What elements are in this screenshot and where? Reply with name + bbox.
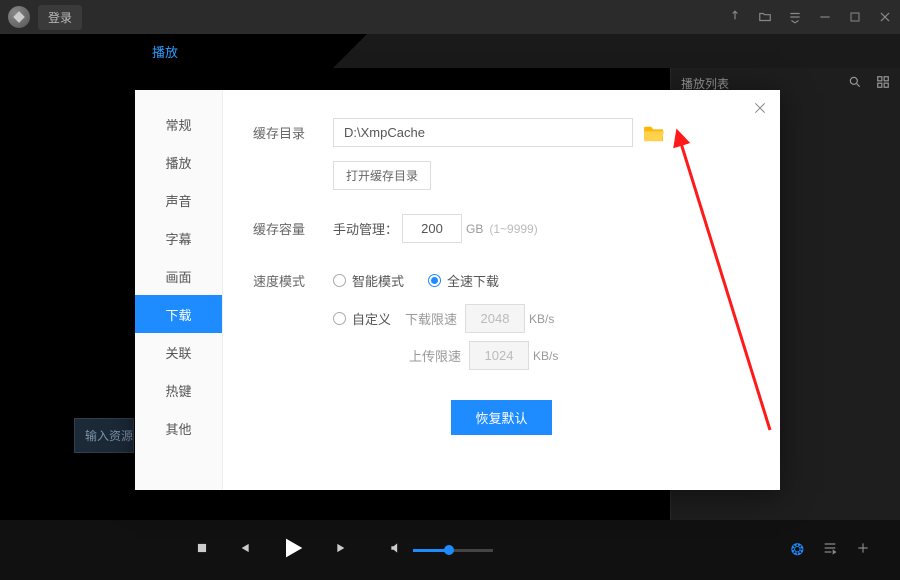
nav-general[interactable]: 常规 [135,105,222,143]
cache-cap-label: 缓存容量 [253,219,333,238]
settings-dialog: 常规 播放 声音 字幕 画面 下载 关联 热键 其他 缓存目录 打开缓存目录 缓… [135,90,780,490]
nav-sound[interactable]: 声音 [135,181,222,219]
login-button[interactable]: 登录 [38,5,82,30]
radio-custom[interactable]: 自定义 [333,309,391,328]
manual-manage-label: 手动管理： [333,219,398,238]
tab-play[interactable]: 播放 [0,34,330,68]
dl-unit: KB/s [529,312,554,326]
upload-limit-input[interactable] [469,341,529,370]
playlist-toggle-icon[interactable] [822,540,838,561]
grid-view-icon[interactable] [876,75,890,92]
download-limit-input[interactable] [465,304,525,333]
ul-unit: KB/s [533,349,558,363]
nav-screen[interactable]: 画面 [135,257,222,295]
next-button[interactable] [335,541,349,560]
cache-dir-label: 缓存目录 [253,123,333,142]
settings-body: 缓存目录 打开缓存目录 缓存容量 手动管理： GB (1~9999) 速度模式 … [223,90,780,490]
stop-button[interactable] [195,541,209,560]
tab-slope [330,34,370,68]
cache-dir-input[interactable] [333,118,633,147]
reset-default-button[interactable]: 恢复默认 [451,400,551,435]
download-limit-label: 下载限速 [405,309,465,328]
speed-mode-label: 速度模式 [253,271,333,290]
browse-folder-icon[interactable] [643,124,665,142]
tabbar: 播放 [0,34,900,68]
volume-icon[interactable] [389,541,403,560]
close-icon[interactable] [878,10,892,24]
nav-subtitle[interactable]: 字幕 [135,219,222,257]
search-icon[interactable] [848,75,862,92]
open-cache-dir-button[interactable]: 打开缓存目录 [333,161,431,190]
nav-hotkey[interactable]: 热键 [135,371,222,409]
play-button[interactable] [279,534,307,567]
radio-smart-mode[interactable]: 智能模式 [333,271,404,290]
nav-playback[interactable]: 播放 [135,143,222,181]
cache-cap-unit: GB [466,222,483,236]
nav-download[interactable]: 下载 [135,295,222,333]
nav-other[interactable]: 其他 [135,409,222,447]
radio-full-speed[interactable]: 全速下载 [428,271,499,290]
cache-cap-hint: (1~9999) [489,222,537,236]
avatar[interactable] [8,6,30,28]
maximize-icon[interactable] [848,10,862,24]
folder-open-icon[interactable] [758,10,772,24]
url-input-box[interactable]: 输入资源 [74,418,134,453]
menu-dropdown-icon[interactable] [788,10,802,24]
titlebar: 登录 [0,0,900,34]
settings-nav: 常规 播放 声音 字幕 画面 下载 关联 热键 其他 [135,90,223,490]
add-icon[interactable] [856,541,870,560]
playlist-title: 播放列表 [681,75,834,92]
pin-icon[interactable] [728,10,742,24]
previous-button[interactable] [237,541,251,560]
minimize-icon[interactable] [818,10,832,24]
cache-cap-input[interactable] [402,214,462,243]
volume-slider[interactable] [413,549,493,552]
player-controls: ❂ [0,520,900,580]
upload-limit-label: 上传限速 [409,346,469,365]
nav-association[interactable]: 关联 [135,333,222,371]
footprint-icon[interactable]: ❂ [791,540,804,560]
